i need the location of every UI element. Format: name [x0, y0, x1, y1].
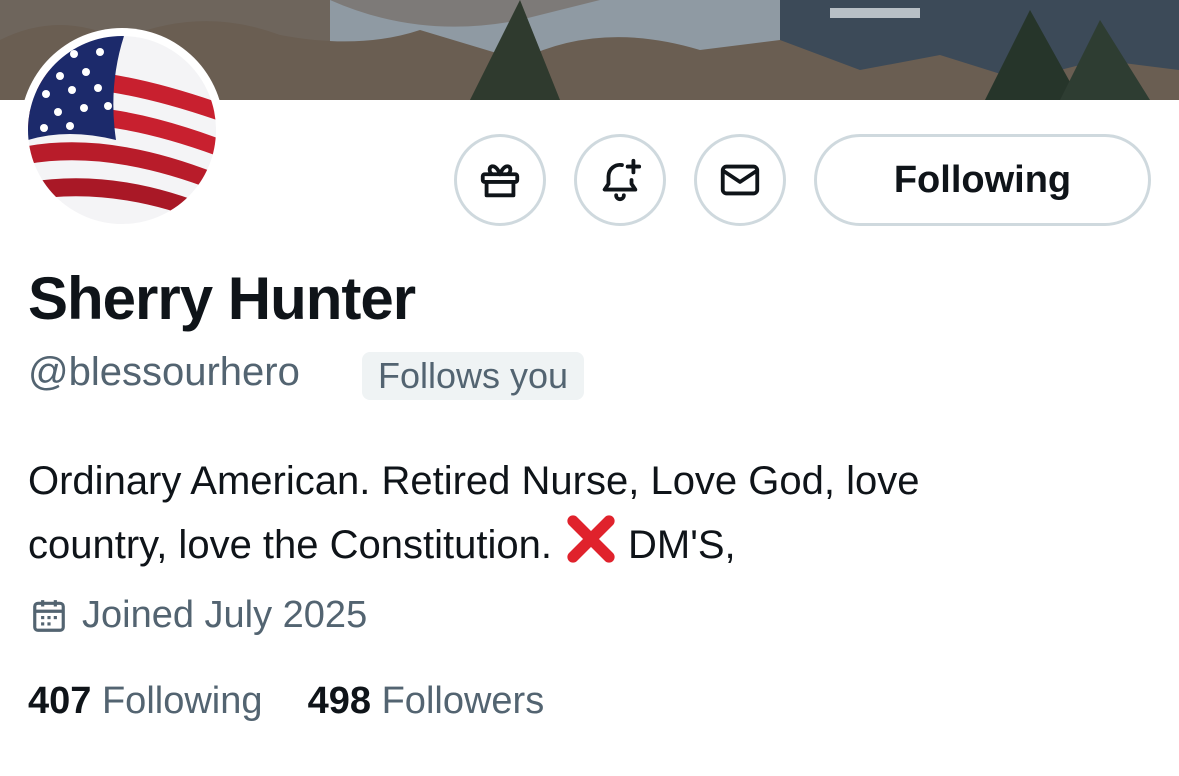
followers-count: 498	[307, 680, 372, 722]
followers-stat-link[interactable]: 498 Followers	[308, 680, 545, 722]
profile-bio: Ordinary American. Retired Nurse, Love G…	[28, 450, 1148, 584]
bell-plus-icon	[602, 158, 642, 202]
bio-text-a: country, love the Constitution.	[28, 523, 552, 567]
bio-text-b: DM'S,	[627, 523, 736, 567]
notifications-button[interactable]	[574, 134, 666, 226]
gift-icon	[480, 164, 520, 198]
join-date: Joined July 2025	[30, 594, 367, 637]
avatar[interactable]	[28, 36, 216, 224]
avatar-border	[20, 28, 224, 232]
username-handle: @blessourhero	[28, 350, 300, 394]
follows-you-badge: Follows you	[362, 352, 585, 400]
following-button[interactable]: Following	[814, 134, 1151, 226]
join-date-text: Joined July 2025	[82, 594, 368, 636]
follow-stats: 407 Following 498 Followers	[28, 680, 544, 723]
display-name: Sherry Hunter	[28, 265, 416, 332]
bio-line-2: country, love the Constitution. DM'S,	[28, 512, 1148, 584]
cross-mark-emoji-icon	[564, 512, 618, 584]
following-label: Following	[101, 680, 263, 722]
following-count: 407	[28, 680, 92, 722]
bio-line-1: Ordinary American. Retired Nurse, Love G…	[28, 459, 920, 503]
calendar-icon	[33, 599, 65, 632]
following-stat-link[interactable]: 407 Following	[28, 680, 263, 722]
followers-label: Followers	[381, 680, 545, 722]
envelope-icon	[720, 164, 760, 196]
gift-button[interactable]	[454, 134, 546, 226]
message-button[interactable]	[694, 134, 786, 226]
american-flag-image	[28, 36, 216, 224]
